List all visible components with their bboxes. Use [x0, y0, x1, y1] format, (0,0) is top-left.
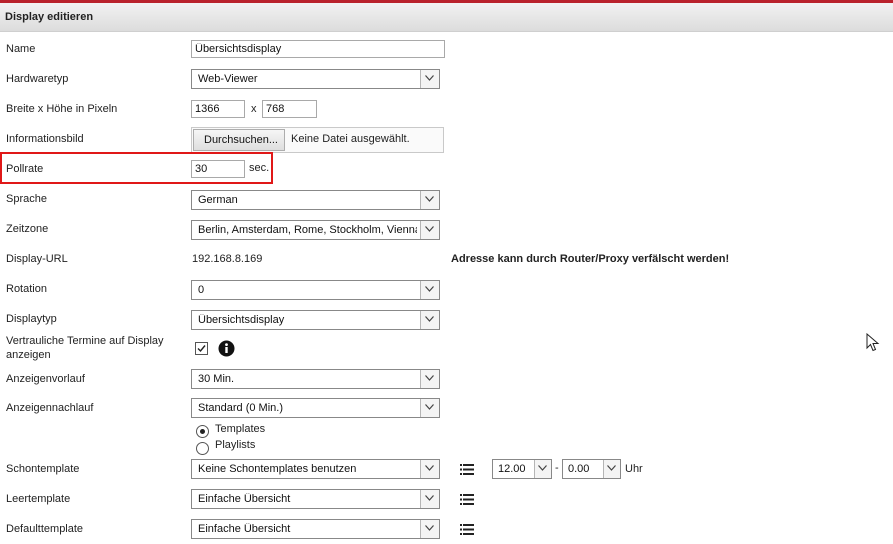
leertemplate-select[interactable]: Einfache Übersicht [191, 489, 440, 509]
schontemplate-select[interactable]: Keine Schontemplates benutzen [191, 459, 440, 479]
width-input[interactable] [191, 100, 245, 118]
hardwaretyp-value: Web-Viewer [198, 73, 258, 85]
rotation-label: Rotation [6, 283, 47, 295]
playlists-radio-label: Playlists [215, 439, 256, 451]
anzeigenvorlauf-value: 30 Min. [198, 373, 235, 385]
display-url-label: Display-URL [6, 253, 68, 265]
schontemplate-label: Schontemplate [6, 463, 80, 475]
playlists-radio[interactable] [196, 442, 209, 455]
schontemplate-from-value: 12.00 [498, 463, 526, 475]
sprache-select[interactable]: German [191, 190, 440, 210]
sprache-label: Sprache [6, 193, 47, 205]
anzeigennachlauf-select[interactable]: Standard (0 Min.) [191, 398, 440, 418]
zeitzone-label: Zeitzone [6, 223, 49, 235]
schontemplate-to-value: 0.00 [568, 463, 590, 475]
panel-header: Display editieren [0, 3, 893, 32]
pollrate-input[interactable] [191, 160, 245, 178]
display-url-value: 192.168.8.169 [192, 253, 263, 265]
defaulttemplate-value: Einfache Übersicht [198, 523, 291, 535]
time-range-dash: - [555, 462, 559, 474]
chevron-down-icon [420, 191, 439, 209]
file-status: Keine Datei ausgewählt. [291, 133, 410, 145]
browse-button-label: Durchsuchen... [204, 134, 278, 146]
schontemplate-to-select[interactable]: 0.00 [562, 459, 621, 479]
chevron-down-icon [420, 370, 439, 388]
schontemplate-from-select[interactable]: 12.00 [492, 459, 552, 479]
defaulttemplate-select[interactable]: Einfache Übersicht [191, 519, 440, 539]
schontemplate-value: Keine Schontemplates benutzen [198, 463, 357, 475]
templates-radio[interactable] [196, 425, 209, 438]
pollrate-unit: sec. [249, 162, 270, 174]
hardwaretyp-select[interactable]: Web-Viewer [191, 69, 440, 89]
zeitzone-select[interactable]: Berlin, Amsterdam, Rome, Stockholm, Vien… [191, 220, 440, 240]
browse-button[interactable]: Durchsuchen... [193, 129, 285, 151]
chevron-down-icon [420, 281, 439, 299]
name-label: Name [6, 43, 36, 55]
hardwaretyp-label: Hardwaretyp [6, 73, 69, 85]
time-unit-label: Uhr [625, 463, 643, 475]
chevron-down-icon [420, 490, 439, 508]
mouse-pointer-icon [866, 333, 880, 352]
vertraulich-label-line1: Vertrauliche Termine auf Display [6, 335, 164, 347]
informationsbild-label: Informationsbild [6, 133, 84, 145]
templates-radio-label: Templates [215, 423, 266, 435]
leertemplate-value: Einfache Übersicht [198, 493, 291, 505]
page-title: Display editieren [5, 11, 94, 23]
anzeigennachlauf-label: Anzeigennachlauf [6, 402, 94, 414]
name-input[interactable] [191, 40, 445, 58]
resolution-separator: x [251, 103, 257, 115]
vertraulich-label-line2: anzeigen [6, 349, 51, 361]
rotation-value: 0 [198, 284, 205, 296]
displaytyp-value: Übersichtsdisplay [198, 314, 285, 326]
resolution-label: Breite x Höhe in Pixeln [6, 103, 118, 115]
chevron-down-icon [420, 70, 439, 88]
displaytyp-select[interactable]: Übersichtsdisplay [191, 310, 440, 330]
zeitzone-value: Berlin, Amsterdam, Rome, Stockholm, Vien… [198, 224, 417, 236]
info-icon[interactable] [218, 340, 235, 357]
chevron-down-icon [420, 520, 439, 538]
chevron-down-icon [420, 460, 439, 478]
displaytyp-label: Displaytyp [6, 313, 57, 325]
sprache-value: German [198, 194, 238, 206]
pollrate-label: Pollrate [6, 163, 44, 175]
chevron-down-icon [420, 311, 439, 329]
list-icon[interactable] [460, 464, 474, 475]
anzeigennachlauf-value: Standard (0 Min.) [198, 402, 283, 414]
display-url-warning: Adresse kann durch Router/Proxy verfälsc… [451, 253, 730, 265]
chevron-down-icon [420, 221, 439, 239]
display-edit-form: Name Hardwaretyp Web-Viewer Breite x Höh… [0, 32, 893, 544]
chevron-down-icon [420, 399, 439, 417]
leertemplate-label: Leertemplate [6, 493, 71, 505]
anzeigenvorlauf-label: Anzeigenvorlauf [6, 373, 85, 385]
chevron-down-icon [603, 460, 620, 478]
rotation-select[interactable]: 0 [191, 280, 440, 300]
check-icon [197, 345, 206, 353]
list-icon[interactable] [460, 494, 474, 505]
defaulttemplate-label: Defaulttemplate [6, 523, 84, 535]
height-input[interactable] [262, 100, 317, 118]
anzeigenvorlauf-select[interactable]: 30 Min. [191, 369, 440, 389]
chevron-down-icon [534, 460, 551, 478]
list-icon[interactable] [460, 524, 474, 535]
vertraulich-checkbox[interactable] [195, 342, 208, 355]
